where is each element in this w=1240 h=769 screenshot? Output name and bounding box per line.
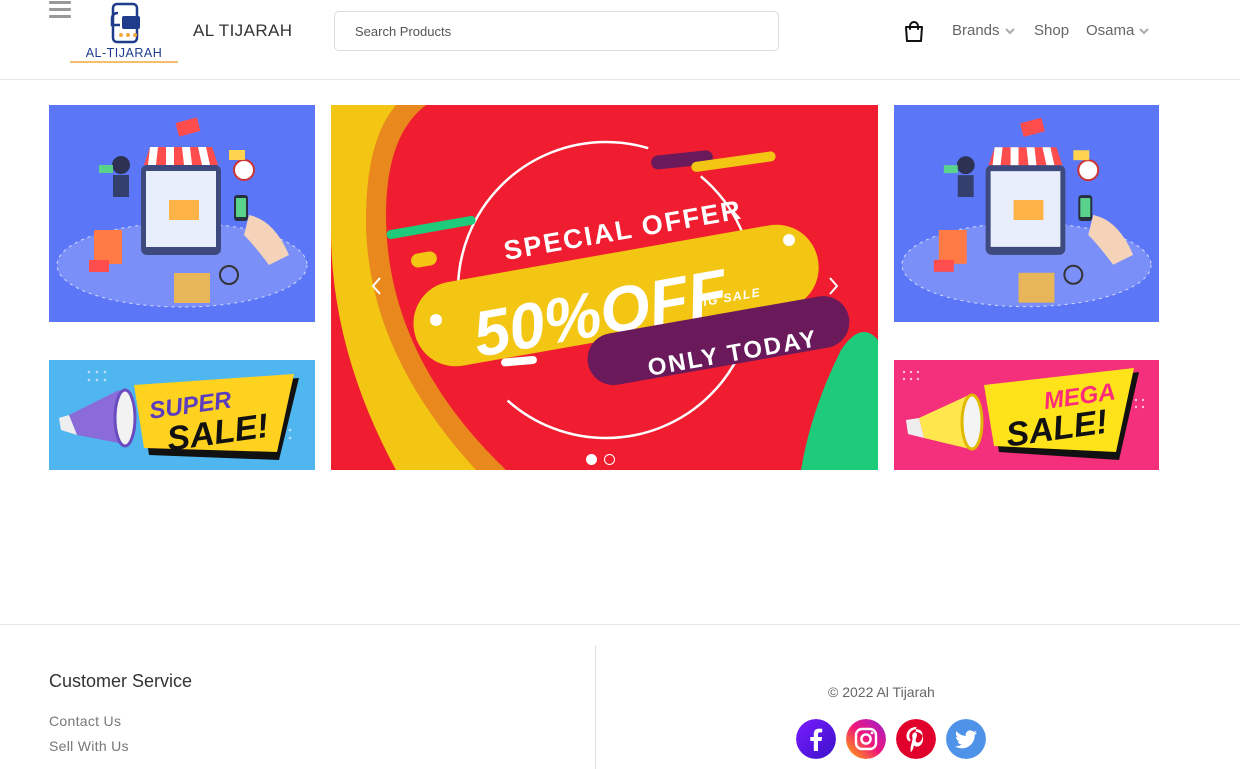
footer-divider: [595, 645, 596, 769]
copyright-text: © 2022 Al Tijarah: [828, 684, 935, 700]
header: AL-TIJARAH AL TIJARAH Brands Shop Osama: [0, 0, 1240, 80]
carousel-dot-1[interactable]: [586, 454, 597, 465]
carousel-dot-2[interactable]: [604, 454, 615, 465]
carousel-prev-arrow-icon[interactable]: [369, 275, 383, 297]
footer: Customer Service Contact Us Sell With Us…: [0, 624, 1240, 769]
super-sale-banner: SUPER SALE!: [49, 360, 315, 470]
nav-brands[interactable]: Brands: [952, 22, 1015, 39]
nav-shop-label: Shop: [1034, 22, 1070, 39]
logo-text: AL-TIJARAH: [86, 46, 163, 60]
pinterest-icon[interactable]: [896, 719, 936, 759]
nav-user-menu[interactable]: Osama: [1086, 22, 1150, 39]
promo-banner-super-sale[interactable]: SUPER SALE!: [49, 360, 315, 470]
chevron-down-icon: [1004, 27, 1015, 34]
site-logo[interactable]: AL-TIJARAH: [70, 2, 178, 64]
footer-link-sell-with-us[interactable]: Sell With Us: [49, 738, 129, 754]
promo-banner-mega-sale[interactable]: MEGA SALE!: [894, 360, 1159, 470]
twitter-icon[interactable]: [946, 719, 986, 759]
online-shop-illustration: [56, 117, 308, 308]
facebook-icon[interactable]: [796, 719, 836, 759]
menu-icon[interactable]: [49, 0, 71, 20]
promo-tile-online-shop-right[interactable]: [894, 105, 1159, 322]
cart-bag-icon[interactable]: [904, 20, 924, 42]
carousel-slide-special-offer: SPECIAL OFFER 50%OFF BIG SALE ONLY TODAY: [331, 105, 878, 470]
instagram-icon[interactable]: [846, 719, 886, 759]
promo-tile-online-shop-left[interactable]: [49, 105, 315, 322]
search-input[interactable]: [335, 12, 778, 50]
footer-section-title: Customer Service: [49, 671, 193, 691]
mega-sale-banner: MEGA SALE!: [894, 360, 1159, 470]
search-box[interactable]: [334, 11, 779, 51]
nav-shop[interactable]: Shop: [1034, 22, 1069, 39]
brand-name[interactable]: AL TIJARAH: [193, 21, 292, 41]
online-shop-illustration: [901, 117, 1152, 308]
nav-user-label: Osama: [1086, 22, 1135, 39]
chevron-down-icon: [1139, 27, 1150, 34]
nav-brands-label: Brands: [952, 22, 1000, 39]
carousel-next-arrow-icon[interactable]: [827, 275, 841, 297]
hero-carousel[interactable]: SPECIAL OFFER 50%OFF BIG SALE ONLY TODAY: [331, 105, 878, 470]
footer-link-contact-us[interactable]: Contact Us: [49, 713, 121, 729]
page: AL-TIJARAH AL TIJARAH Brands Shop Osama: [0, 0, 1240, 769]
